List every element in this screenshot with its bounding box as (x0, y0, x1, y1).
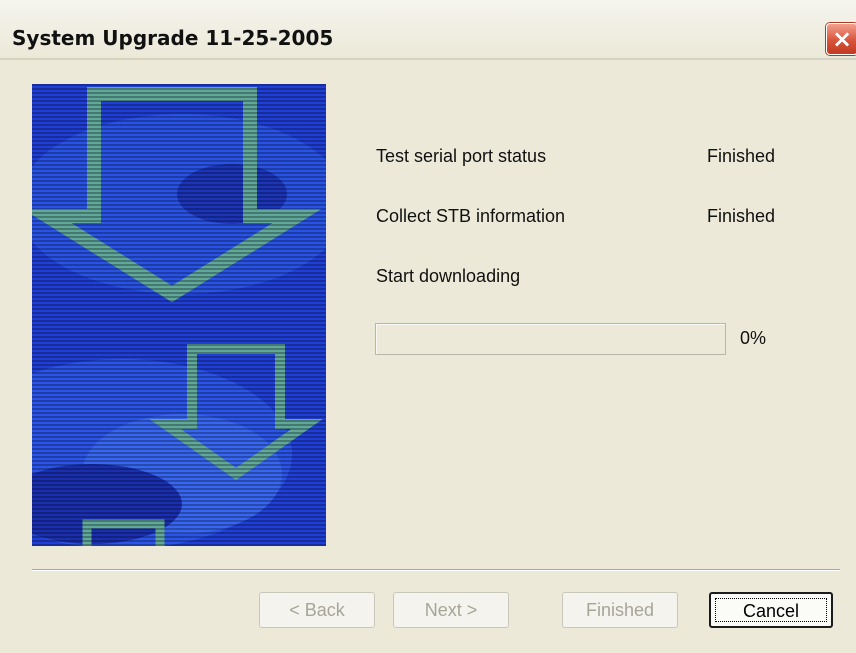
step-status-serial-port: Finished (707, 146, 776, 166)
step-label-serial-port: Test serial port status (376, 146, 547, 166)
wizard-side-image (32, 84, 326, 546)
focus-rectangle (715, 598, 827, 622)
finished-button[interactable]: Finished (562, 592, 678, 628)
upgrade-dialog: System Upgrade 11-25-2005 × Test serial … (0, 0, 856, 653)
title-bar[interactable]: System Upgrade 11-25-2005 × (0, 0, 856, 60)
separator-line (32, 569, 840, 571)
download-progress-bar (375, 323, 726, 355)
next-button[interactable]: Next > (393, 592, 509, 628)
step-status-stb-info: Finished (707, 206, 776, 226)
download-arrows-illustration (32, 84, 326, 546)
step-label-stb-info: Collect STB information (376, 206, 566, 226)
close-button[interactable]: × (826, 23, 856, 55)
window-title: System Upgrade 11-25-2005 (12, 26, 334, 50)
close-icon: × (831, 25, 853, 53)
cancel-button[interactable]: Cancel (709, 592, 833, 628)
step-label-downloading: Start downloading (376, 266, 521, 286)
progress-percent: 0% (740, 328, 767, 348)
back-button[interactable]: < Back (259, 592, 375, 628)
